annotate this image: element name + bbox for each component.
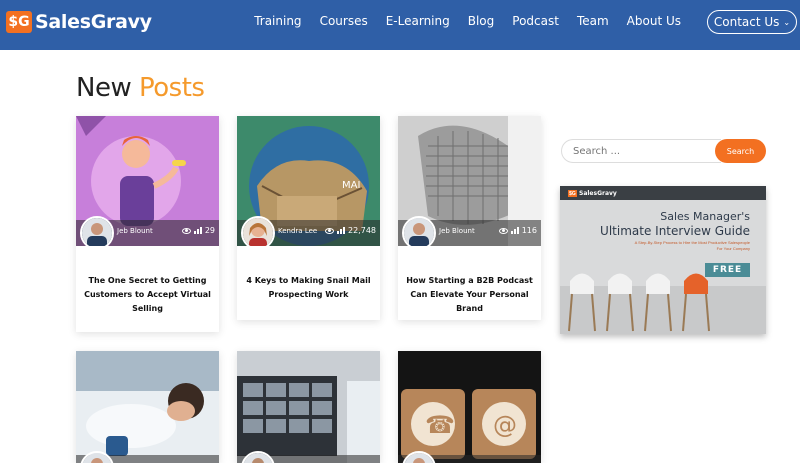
- eye-icon: [498, 227, 508, 234]
- post-thumbnail[interactable]: Jeb Blount 116: [398, 116, 541, 246]
- nav-link-about-us[interactable]: About Us: [618, 14, 690, 28]
- page-title-word2: Posts: [138, 73, 205, 103]
- post-card[interactable]: Jeb Blount 116 How Starting a B2B Podcas…: [398, 116, 541, 320]
- post-thumbnail[interactable]: MAI Kendra Lee 22,748: [237, 116, 380, 246]
- bar-chart-icon: [510, 227, 519, 234]
- nav-links: Training Courses E-Learning Blog Podcast…: [245, 14, 690, 28]
- author-name[interactable]: Jeb Blount: [439, 227, 475, 235]
- post-card[interactable]: MAI Kendra Lee 22,748 4 Keys to Making S…: [237, 116, 380, 320]
- page-title: New Posts: [76, 73, 205, 103]
- post-title[interactable]: The One Secret to Getting Customers to A…: [76, 246, 219, 316]
- contact-us-button[interactable]: Contact Us ⌄: [707, 10, 797, 34]
- brand-logo[interactable]: $G SalesGravy: [6, 10, 152, 34]
- page-title-word1: New: [76, 73, 132, 103]
- author-avatar[interactable]: [241, 216, 275, 246]
- view-count: 22,748: [348, 226, 376, 235]
- bar-chart-icon: [193, 227, 202, 234]
- logo-mark: $G: [6, 11, 32, 33]
- post-card[interactable]: ☎ @: [398, 351, 541, 463]
- view-count: 29: [204, 226, 215, 235]
- top-navbar: $G SalesGravy Training Courses E-Learnin…: [0, 0, 800, 50]
- author-avatar[interactable]: [80, 216, 114, 246]
- nav-link-team[interactable]: Team: [568, 14, 618, 28]
- view-count: 116: [521, 226, 537, 235]
- post-stats: 116: [498, 226, 537, 235]
- post-thumbnail[interactable]: [237, 351, 380, 463]
- post-stats: 29: [181, 226, 215, 235]
- author-name[interactable]: Jeb Blount: [117, 227, 153, 235]
- nav-link-e-learning[interactable]: E-Learning: [377, 14, 459, 28]
- svg-text:MAI: MAI: [342, 180, 360, 191]
- contact-us-label: Contact Us: [713, 15, 780, 29]
- post-stats: 22,748: [325, 226, 376, 235]
- post-title[interactable]: How Starting a B2B Podcast Can Elevate Y…: [398, 246, 541, 316]
- post-title[interactable]: 4 Keys to Making Snail Mail Prospecting …: [237, 246, 380, 302]
- eye-icon: [181, 227, 191, 234]
- sidebar-search: Search: [561, 139, 766, 163]
- interview-guide-ad[interactable]: $G SalesGravy Sales Manager's Ultimate I…: [560, 186, 766, 334]
- post-image-contact-blocks: ☎ @: [398, 351, 541, 463]
- post-image-sleeping: [76, 351, 219, 463]
- svg-text:☎: ☎: [425, 411, 455, 439]
- nav-link-podcast[interactable]: Podcast: [503, 14, 568, 28]
- search-input[interactable]: [561, 139, 721, 163]
- author-avatar[interactable]: [402, 216, 436, 246]
- post-card[interactable]: [76, 351, 219, 463]
- post-thumbnail[interactable]: [76, 351, 219, 463]
- author-name[interactable]: Kendra Lee: [278, 227, 317, 235]
- post-thumbnail[interactable]: Jeb Blount 29: [76, 116, 219, 246]
- post-card[interactable]: Jeb Blount 29 The One Secret to Getting …: [76, 116, 219, 332]
- chevron-down-icon: ⌄: [783, 17, 791, 27]
- svg-text:@: @: [493, 411, 517, 439]
- logo-text: SalesGravy: [35, 11, 152, 33]
- eye-icon: [325, 227, 334, 234]
- chairs-illustration: [568, 273, 710, 332]
- search-button[interactable]: Search: [715, 139, 766, 163]
- bar-chart-icon: [337, 227, 345, 234]
- post-card[interactable]: [237, 351, 380, 463]
- nav-link-blog[interactable]: Blog: [459, 14, 504, 28]
- post-thumbnail[interactable]: ☎ @: [398, 351, 541, 463]
- post-image-video-call: [237, 351, 380, 463]
- nav-link-training[interactable]: Training: [245, 14, 310, 28]
- nav-link-courses[interactable]: Courses: [311, 14, 377, 28]
